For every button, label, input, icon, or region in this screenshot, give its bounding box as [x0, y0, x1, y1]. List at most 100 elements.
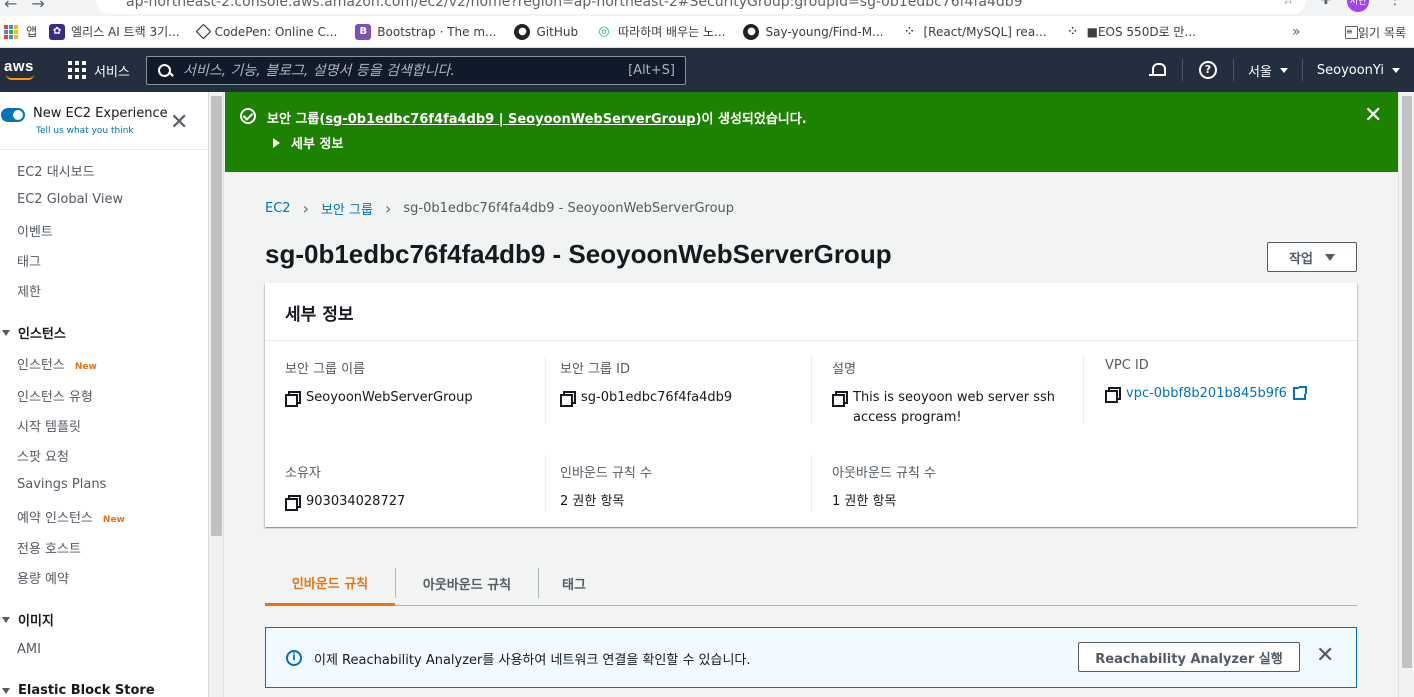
bookmark-label: ■EOS 550D로 만...	[1086, 25, 1196, 39]
sidebar-item-global-view[interactable]: EC2 Global View	[17, 192, 123, 207]
copy-icon[interactable]	[560, 391, 576, 407]
expand-right-icon	[273, 137, 280, 148]
sidebar-item-ami[interactable]: AMI	[17, 642, 41, 657]
search-icon	[157, 63, 173, 79]
aws-logo[interactable]: aws	[4, 56, 40, 84]
help-button[interactable]: ?	[1183, 48, 1233, 92]
actions-button[interactable]: 작업	[1267, 242, 1357, 272]
details-card-title: 세부 정보	[285, 305, 354, 325]
field-owner: 소유자 903034028727	[285, 462, 535, 512]
main-scrollbar[interactable]	[1398, 92, 1414, 697]
run-reachability-analyzer-button[interactable]: Reachability Analyzer 실행	[1078, 642, 1300, 672]
global-search[interactable]: [Alt+S]	[146, 56, 686, 85]
search-input[interactable]	[183, 62, 629, 79]
field-label: 보안 그룹 이름	[285, 362, 366, 377]
star-icon[interactable]: ☆	[1282, 0, 1295, 8]
field-label: 인바운드 규칙 수	[560, 466, 652, 481]
reading-list-icon: ≡	[1345, 25, 1359, 39]
close-icon[interactable]: ✕	[1364, 105, 1382, 127]
bookmark-blog[interactable]: ⁘ ■EOS 550D로 만...	[1065, 23, 1196, 40]
search-shortcut: [Alt+S]	[628, 63, 675, 78]
sidebar-item-reserved-instances[interactable]: 예약 인스턴스 New	[17, 507, 125, 526]
copy-icon[interactable]	[285, 495, 301, 511]
bookmarks-bar: 앱 ✿ 엘리스 AI 트랙 3기... CodePen: Online C...…	[0, 16, 1414, 48]
account-menu[interactable]: SeoyoonYi	[1303, 63, 1414, 78]
field-value: This is seoyoon web server ssh access pr…	[832, 388, 1072, 428]
extensions-icon[interactable]: ✚	[1320, 0, 1332, 8]
aws-top-nav: aws 서비스 [Alt+S] ? 서울 SeoyoonYi	[0, 48, 1414, 92]
main-content: 보안 그룹(sg-0b1edbc76f4fa4db9 | SeoyoonWebS…	[225, 92, 1398, 697]
bookmark-inflearn[interactable]: ◎ 따라하며 배우는 노...	[596, 23, 725, 40]
flash-details-toggle[interactable]: 세부 정보	[273, 133, 343, 152]
sidebar-scrollbar[interactable]	[209, 92, 224, 697]
bookmark-apps[interactable]: 앱	[4, 23, 37, 40]
bookmark-github-repo[interactable]: ● Say-young/Find-M...	[743, 23, 884, 40]
close-icon[interactable]: ✕	[1316, 645, 1334, 667]
bookmark-github[interactable]: ● GitHub	[514, 23, 578, 40]
sidebar-item-dashboard[interactable]: EC2 대시보드	[17, 161, 95, 180]
sidebar-item-dedicated-hosts[interactable]: 전용 호스트	[17, 538, 81, 557]
vpc-id-link[interactable]: vpc-0bbf8b201b845b9f6	[1126, 384, 1287, 404]
new-experience-toggle[interactable]	[1, 108, 25, 122]
region-selector[interactable]: 서울	[1234, 61, 1302, 80]
breadcrumb-ec2[interactable]: EC2	[265, 201, 291, 216]
sg-name-value: SeoyoonWebServerGroup	[306, 390, 473, 405]
sidebar-item-spot-requests[interactable]: 스팟 요청	[17, 446, 69, 465]
sidebar-item-tags[interactable]: 태그	[17, 251, 41, 270]
browser-address-strip: ←→ ap-northeast-2.console.aws.amazon.com…	[0, 0, 1414, 16]
scrollbar-thumb[interactable]	[211, 96, 222, 536]
column-divider	[811, 455, 812, 511]
sidebar-item-capacity-reservations[interactable]: 용량 예약	[17, 568, 69, 587]
apps-grid-icon	[4, 24, 18, 39]
feedback-link[interactable]: Tell us what you think	[36, 126, 134, 136]
sidebar-item-label: 예약 인스턴스	[17, 511, 93, 526]
sidebar-item-savings-plans[interactable]: Savings Plans	[17, 477, 106, 492]
field-sg-id: 보안 그룹 ID sg-0b1edbc76f4fa4db9	[560, 358, 810, 408]
services-menu-button[interactable]: 서비스	[68, 48, 130, 92]
inflearn-icon: ◎	[598, 24, 610, 39]
field-vpc-id: VPC ID vpc-0bbf8b201b845b9f6	[1105, 358, 1355, 404]
browser-nav-arrows[interactable]: ←→	[0, 0, 59, 13]
bookmark-label: 따라하며 배우는 노...	[618, 25, 726, 39]
expand-icon	[2, 616, 10, 623]
sidebar-item-launch-templates[interactable]: 시작 템플릿	[17, 416, 81, 435]
sidebar-item-events[interactable]: 이벤트	[17, 221, 53, 240]
sidebar-item-instance-types[interactable]: 인스턴스 유형	[17, 386, 93, 405]
page-title: sg-0b1edbc76f4fa4db9 - SeoyoonWebServerG…	[265, 239, 892, 269]
chevron-right-icon: ›	[302, 199, 309, 218]
help-icon: ?	[1198, 61, 1217, 79]
copy-icon[interactable]	[1105, 387, 1121, 403]
reading-list-button[interactable]: ≡ 읽기 목록	[1345, 16, 1406, 48]
tab-tags[interactable]: 태그	[539, 561, 609, 606]
bookmark-elice[interactable]: ✿ 엘리스 AI 트랙 3기...	[49, 23, 180, 40]
breadcrumb-security-groups[interactable]: 보안 그룹	[321, 199, 373, 218]
scrollbar-thumb[interactable]	[1402, 96, 1412, 668]
copy-icon[interactable]	[285, 391, 301, 407]
bookmark-velog[interactable]: ⁘ [React/MySQL] rea...	[902, 24, 1046, 40]
field-value: vpc-0bbf8b201b845b9f6	[1105, 384, 1355, 404]
profile-avatar[interactable]: 서연	[1347, 0, 1369, 12]
close-icon[interactable]: ✕	[170, 112, 188, 134]
velog-icon: ⁘	[905, 26, 914, 37]
expand-icon	[2, 687, 10, 694]
flash-sg-link[interactable]: sg-0b1edbc76f4fa4db9 | SeoyoonWebServerG…	[325, 112, 695, 127]
sidebar-section-ebs[interactable]: Elastic Block Store	[0, 683, 155, 697]
column-divider	[545, 455, 546, 511]
field-label: VPC ID	[1105, 358, 1149, 373]
notifications-button[interactable]	[1132, 48, 1182, 92]
external-link-icon[interactable]	[1292, 386, 1307, 400]
bookmarks-more-button[interactable]: »	[1292, 16, 1301, 48]
tab-outbound-rules[interactable]: 아웃바운드 규칙	[396, 561, 538, 606]
bookmark-bootstrap[interactable]: B Bootstrap · The m...	[355, 23, 496, 40]
browser-menu-icon[interactable]: ⋮	[1388, 0, 1402, 8]
copy-icon[interactable]	[832, 391, 848, 407]
success-flash-banner: 보안 그룹(sg-0b1edbc76f4fa4db9 | SeoyoonWebS…	[225, 92, 1398, 172]
address-url[interactable]: ap-northeast-2.console.aws.amazon.com/ec…	[126, 0, 1023, 10]
sidebar-item-instances[interactable]: 인스턴스 New	[17, 354, 97, 373]
sidebar-section-instances[interactable]: 인스턴스	[0, 323, 66, 342]
sidebar-item-limits[interactable]: 제한	[17, 281, 41, 300]
tab-inbound-rules[interactable]: 인바운드 규칙	[265, 561, 395, 606]
sidebar-section-images[interactable]: 이미지	[0, 610, 54, 629]
success-check-icon	[240, 108, 256, 124]
bookmark-codepen[interactable]: CodePen: Online C...	[195, 23, 337, 40]
